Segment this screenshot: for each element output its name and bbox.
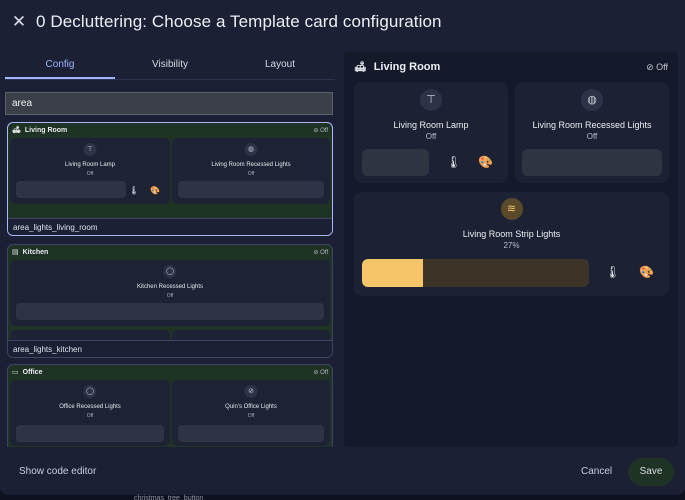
- tile-name: Kitchen Recessed Lights: [136, 284, 204, 290]
- template-name: area_lights_kitchen: [8, 340, 332, 357]
- dialog-title: 0 Decluttering: Choose a Template card c…: [36, 12, 442, 31]
- kitchen-icon: ▤: [12, 249, 19, 256]
- tile-state: Off: [166, 293, 174, 299]
- tile-state: Off: [86, 171, 94, 177]
- light-off-icon: ⊘: [313, 127, 319, 134]
- toggle-button[interactable]: [522, 149, 662, 176]
- tile-name: Living Room Lamp: [393, 120, 469, 130]
- template-name: area_lights_living_room: [8, 218, 332, 235]
- recessed-light-icon: ◯: [83, 385, 97, 398]
- cancel-button[interactable]: Cancel: [581, 466, 612, 477]
- thermometer-icon[interactable]: 🌡: [446, 155, 461, 169]
- editor-tabs: Config Visibility Layout: [5, 52, 335, 80]
- show-code-editor-button[interactable]: Show code editor: [19, 466, 96, 477]
- recessed-light-icon: ◯: [163, 265, 177, 278]
- mini-tile-quins-office: ⊘ Quin's Office Lights Off: [172, 380, 330, 446]
- mini-tile-office-recessed: ◯ Office Recessed Lights Off: [10, 380, 170, 446]
- close-button[interactable]: ✕: [4, 7, 34, 37]
- light-off-icon: ⊘: [244, 385, 258, 398]
- template-option-office[interactable]: ▭ Office ⊘ Off ◯ Office Recessed Lights …: [7, 364, 333, 447]
- dialog-header: ✕ 0 Decluttering: Choose a Template card…: [0, 0, 685, 44]
- light-off-icon: ⊘: [646, 61, 654, 72]
- result-area-name: Office: [22, 368, 43, 376]
- tile-state: Off: [425, 132, 437, 141]
- sofa-icon: 🛋: [12, 127, 21, 134]
- result-header: ▤ Kitchen ⊘ Off: [8, 245, 332, 259]
- tile-living-room-recessed[interactable]: ◍ Living Room Recessed Lights Off: [515, 82, 669, 183]
- preview-status: ⊘ Off: [646, 61, 668, 72]
- thermometer-icon[interactable]: 🌡: [605, 265, 620, 279]
- office-icon: ▭: [12, 369, 19, 376]
- tile-toggle: [16, 425, 164, 442]
- result-status: ⊘ Off: [313, 127, 328, 134]
- preview-area-name: Living Room: [373, 61, 441, 73]
- result-status: ⊘ Off: [313, 249, 328, 256]
- search-input[interactable]: [5, 92, 333, 115]
- lamp-icon: ⊤: [83, 143, 97, 156]
- palette-icon[interactable]: 🎨: [639, 265, 654, 279]
- tile-name: Quin's Office Lights: [225, 404, 277, 410]
- sofa-icon: 🛋: [354, 61, 367, 73]
- light-off-icon: ⊘: [313, 369, 319, 376]
- tile-state: Off: [86, 413, 94, 419]
- tile-state: Off: [247, 171, 255, 177]
- led-strip-icon: ≋: [500, 198, 523, 220]
- tile-state: Off: [247, 413, 255, 419]
- result-area-name: Living Room: [24, 126, 68, 134]
- tile-name: Office Recessed Lights: [59, 404, 121, 410]
- tile-toggle: [178, 181, 324, 198]
- tab-visibility[interactable]: Visibility: [115, 52, 225, 79]
- preview-header: 🛋 Living Room ⊘ Off: [354, 58, 668, 76]
- brightness-slider[interactable]: [362, 259, 589, 287]
- card-preview: 🛋 Living Room ⊘ Off ⊤ Living Room Lamp O…: [344, 52, 678, 447]
- mini-tile-kitchen-recessed: ◯ Kitchen Recessed Lights Off: [10, 260, 330, 326]
- result-header: 🛋 Living Room ⊘ Off: [8, 123, 332, 137]
- bulb-off-icon: ◍: [244, 143, 258, 156]
- background-page-text: christmas_tree_button: [134, 495, 204, 500]
- template-option-living-room[interactable]: 🛋 Living Room ⊘ Off ⊤ Living Room Lamp O…: [7, 122, 333, 236]
- template-results: 🛋 Living Room ⊘ Off ⊤ Living Room Lamp O…: [5, 122, 335, 447]
- tile-state: Off: [586, 132, 598, 141]
- result-header: ▭ Office ⊘ Off: [8, 365, 332, 379]
- result-status: ⊘ Off: [313, 369, 328, 376]
- close-icon: ✕: [11, 12, 27, 31]
- toggle-button[interactable]: [362, 149, 429, 176]
- tile-state: 27%: [503, 241, 520, 250]
- tile-name: Living Room Recessed Lights: [532, 120, 652, 130]
- tab-config[interactable]: Config: [5, 52, 115, 79]
- tab-layout[interactable]: Layout: [225, 52, 335, 79]
- save-button[interactable]: Save: [628, 458, 674, 486]
- palette-icon[interactable]: 🎨: [478, 155, 493, 169]
- result-area-name: Kitchen: [22, 248, 49, 256]
- brightness-fill: [362, 259, 424, 287]
- tile-toggle: [16, 181, 126, 198]
- bulb-off-icon: ◍: [581, 89, 603, 111]
- tile-name: Living Room Lamp: [64, 162, 116, 168]
- palette-icon: 🎨: [150, 186, 160, 195]
- template-option-kitchen[interactable]: ▤ Kitchen ⊘ Off ◯ Kitchen Recessed Light…: [7, 244, 333, 358]
- tile-name: Living Room Strip Lights: [462, 229, 561, 239]
- tile-living-room-lamp[interactable]: ⊤ Living Room Lamp Off 🌡 🎨: [354, 82, 508, 183]
- tile-name: Living Room Recessed Lights: [211, 162, 291, 168]
- lamp-icon: ⊤: [420, 89, 442, 111]
- mini-tile-living-room-recessed: ◍ Living Room Recessed Lights Off: [172, 138, 330, 204]
- thermometer-icon: 🌡: [129, 186, 140, 195]
- tile-living-room-strip[interactable]: ≋ Living Room Strip Lights 27% 🌡 🎨: [354, 192, 669, 296]
- dialog: ✕ 0 Decluttering: Choose a Template card…: [0, 0, 685, 495]
- tile-toggle: [16, 303, 324, 320]
- dialog-footer: Show code editor Cancel Save: [0, 450, 685, 495]
- tile-toggle: [178, 425, 324, 442]
- mini-tile-living-room-lamp: ⊤ Living Room Lamp Off 🌡 🎨: [10, 138, 170, 204]
- light-off-icon: ⊘: [313, 249, 319, 256]
